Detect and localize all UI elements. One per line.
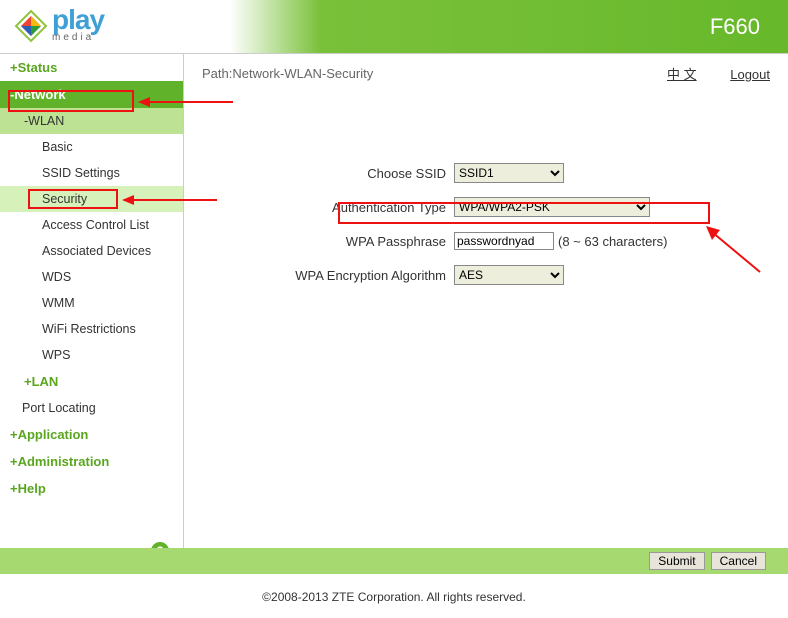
pass-hint: (8 ~ 63 characters) bbox=[558, 234, 667, 249]
sidebar-item-wmm[interactable]: WMM bbox=[0, 290, 183, 316]
model-label: F660 bbox=[710, 14, 760, 40]
sidebar-item-basic[interactable]: Basic bbox=[0, 134, 183, 160]
passphrase-input[interactable] bbox=[454, 232, 554, 250]
auth-label: Authentication Type bbox=[194, 200, 454, 215]
header: play media F660 bbox=[0, 0, 788, 54]
language-link[interactable]: 中 文 bbox=[667, 67, 697, 82]
sidebar-item-lan[interactable]: +LAN bbox=[0, 368, 183, 395]
cancel-button[interactable]: Cancel bbox=[711, 552, 766, 570]
main-panel: Path:Network-WLAN-Security 中 文 Logout Ch… bbox=[184, 54, 788, 574]
sidebar-item-acl[interactable]: Access Control List bbox=[0, 212, 183, 238]
sidebar-item-administration[interactable]: +Administration bbox=[0, 448, 183, 475]
ssid-label: Choose SSID bbox=[194, 166, 454, 181]
logo: play media bbox=[14, 8, 104, 43]
sidebar-item-port-locating[interactable]: Port Locating bbox=[0, 395, 183, 421]
logo-diamond-icon bbox=[14, 9, 48, 43]
sidebar: +Status -Network -WLAN Basic SSID Settin… bbox=[0, 54, 184, 574]
enc-label: WPA Encryption Algorithm bbox=[194, 268, 454, 283]
sidebar-item-wlan[interactable]: -WLAN bbox=[0, 108, 183, 134]
logout-link[interactable]: Logout bbox=[730, 67, 770, 82]
logo-play-text: play bbox=[52, 8, 104, 32]
sidebar-item-wds[interactable]: WDS bbox=[0, 264, 183, 290]
breadcrumb: Path:Network-WLAN-Security bbox=[202, 66, 373, 81]
action-bar: Submit Cancel bbox=[0, 548, 788, 574]
sidebar-item-ssid-settings[interactable]: SSID Settings bbox=[0, 160, 183, 186]
sidebar-item-network[interactable]: -Network bbox=[0, 81, 183, 108]
sidebar-item-wifi-restrict[interactable]: WiFi Restrictions bbox=[0, 316, 183, 342]
sidebar-item-wps[interactable]: WPS bbox=[0, 342, 183, 368]
encryption-select[interactable]: AES bbox=[454, 265, 564, 285]
submit-button[interactable]: Submit bbox=[649, 552, 704, 570]
security-form: Choose SSID SSID1 Authentication Type WP… bbox=[184, 91, 788, 287]
sidebar-item-assoc[interactable]: Associated Devices bbox=[0, 238, 183, 264]
sidebar-item-status[interactable]: +Status bbox=[0, 54, 183, 81]
logo-media-text: media bbox=[52, 32, 104, 43]
sidebar-item-security[interactable]: Security bbox=[0, 186, 183, 212]
ssid-select[interactable]: SSID1 bbox=[454, 163, 564, 183]
auth-type-select[interactable]: WPA/WPA2-PSK bbox=[454, 197, 650, 217]
sidebar-item-application[interactable]: +Application bbox=[0, 421, 183, 448]
copyright: ©2008-2013 ZTE Corporation. All rights r… bbox=[0, 590, 788, 604]
pass-label: WPA Passphrase bbox=[194, 234, 454, 249]
sidebar-item-help[interactable]: +Help bbox=[0, 475, 183, 502]
